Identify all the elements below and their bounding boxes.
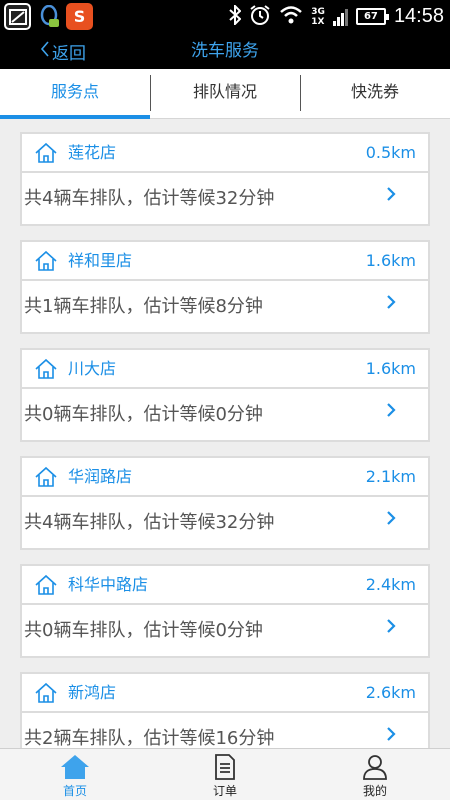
- bottom-nav-profile[interactable]: 我的: [300, 749, 450, 800]
- store-card-header: 华润路店 2.1km: [22, 458, 428, 497]
- store-card-body: 共0辆车排队，估计等候0分钟: [22, 605, 428, 656]
- status-bar-notifications: S: [4, 3, 93, 30]
- store-card[interactable]: 祥和里店 1.6km 共1辆车排队，估计等候8分钟: [20, 240, 430, 334]
- queue-info: 共4辆车排队，估计等候32分钟: [24, 512, 275, 533]
- store-name: 川大店: [68, 359, 117, 378]
- store-card-body: 共4辆车排队，估计等候32分钟: [22, 173, 428, 224]
- store-distance: 2.4km: [365, 575, 416, 594]
- chevron-right-icon[interactable]: [384, 509, 398, 527]
- home-icon: [35, 142, 57, 163]
- home-icon: [35, 574, 57, 595]
- store-distance: 1.6km: [365, 251, 416, 270]
- store-card-body: 共1辆车排队，估计等候8分钟: [22, 281, 428, 332]
- tab-quick-wash-coupons[interactable]: 快洗券: [300, 69, 450, 118]
- home-icon: [61, 755, 89, 779]
- store-card-header: 祥和里店 1.6km: [22, 242, 428, 281]
- notification-app-icon: [4, 3, 31, 30]
- tab-service-points[interactable]: 服务点: [0, 69, 150, 119]
- signal-icon: [332, 8, 348, 26]
- bottom-nav-label: 首页: [62, 784, 87, 798]
- queue-info: 共1辆车排队，估计等候8分钟: [24, 296, 263, 317]
- person-icon: [363, 755, 387, 780]
- store-name: 新鸿店: [68, 683, 117, 702]
- bottom-navigation: 首页 订单 我的: [0, 748, 450, 800]
- bluetooth-icon: [229, 3, 242, 29]
- chevron-right-icon[interactable]: [384, 725, 398, 743]
- queue-info: 共4辆车排队，估计等候32分钟: [24, 188, 275, 209]
- chevron-left-icon: [40, 40, 50, 62]
- store-distance: 1.6km: [365, 359, 416, 378]
- bottom-nav-label: 我的: [362, 784, 387, 798]
- back-button-label: 返回: [52, 43, 86, 64]
- queue-info: 共0辆车排队，估计等候0分钟: [24, 620, 263, 641]
- store-name: 华润路店: [68, 467, 133, 486]
- tab-queue-status[interactable]: 排队情况: [150, 69, 300, 118]
- bottom-nav-label: 订单: [212, 784, 237, 798]
- queue-info: 共0辆车排队，估计等候0分钟: [24, 404, 263, 425]
- store-card-header: 莲花店 0.5km: [22, 134, 428, 173]
- store-name: 科华中路店: [68, 575, 149, 594]
- store-card-header: 川大店 1.6km: [22, 350, 428, 389]
- sogou-app-icon: S: [66, 3, 93, 30]
- chevron-right-icon[interactable]: [384, 401, 398, 419]
- chevron-right-icon[interactable]: [384, 293, 398, 311]
- store-card-header: 科华中路店 2.4km: [22, 566, 428, 605]
- qq-app-icon: [35, 3, 62, 30]
- bottom-nav-home[interactable]: 首页: [0, 749, 150, 800]
- document-icon: [215, 754, 235, 780]
- status-bar-system: 3G 1X 67 14:58: [229, 0, 444, 33]
- store-card[interactable]: 新鸿店 2.6km 共2辆车排队，估计等候16分钟: [20, 672, 430, 748]
- store-distance: 2.6km: [365, 683, 416, 702]
- home-icon: [35, 466, 57, 487]
- store-card-body: 共0辆车排队，估计等候0分钟: [22, 389, 428, 440]
- home-icon: [35, 682, 57, 703]
- home-icon: [35, 358, 57, 379]
- home-icon: [35, 250, 57, 271]
- wifi-icon: [279, 5, 303, 28]
- store-list[interactable]: 莲花店 0.5km 共4辆车排队，估计等候32分钟 祥和里店 1.6km 共1辆…: [0, 120, 450, 748]
- queue-info: 共2辆车排队，估计等候16分钟: [24, 728, 275, 748]
- navigation-bar: 洗车服务 返回: [0, 33, 450, 69]
- store-card[interactable]: 华润路店 2.1km 共4辆车排队，估计等候32分钟: [20, 456, 430, 550]
- tab-bar: 服务点 排队情况 快洗券: [0, 69, 450, 119]
- store-distance: 2.1km: [365, 467, 416, 486]
- store-card-header: 新鸿店 2.6km: [22, 674, 428, 713]
- status-bar: S 3G 1X 67 14:58: [0, 0, 450, 33]
- store-card[interactable]: 莲花店 0.5km 共4辆车排队，估计等候32分钟: [20, 132, 430, 226]
- clock: 14:58: [393, 5, 444, 27]
- store-distance: 0.5km: [365, 143, 416, 162]
- network-type-indicator: 3G 1X: [311, 6, 325, 27]
- bottom-nav-orders[interactable]: 订单: [150, 749, 300, 800]
- back-button[interactable]: 返回: [40, 33, 86, 69]
- chevron-right-icon[interactable]: [384, 185, 398, 203]
- chevron-right-icon[interactable]: [384, 617, 398, 635]
- store-card-body: 共4辆车排队，估计等候32分钟: [22, 497, 428, 548]
- store-card[interactable]: 川大店 1.6km 共0辆车排队，估计等候0分钟: [20, 348, 430, 442]
- battery-icon: 67: [355, 8, 389, 25]
- store-card-body: 共2辆车排队，估计等候16分钟: [22, 713, 428, 748]
- alarm-icon: [249, 4, 271, 30]
- store-name: 莲花店: [68, 143, 117, 162]
- store-name: 祥和里店: [68, 251, 133, 270]
- store-card[interactable]: 科华中路店 2.4km 共0辆车排队，估计等候0分钟: [20, 564, 430, 658]
